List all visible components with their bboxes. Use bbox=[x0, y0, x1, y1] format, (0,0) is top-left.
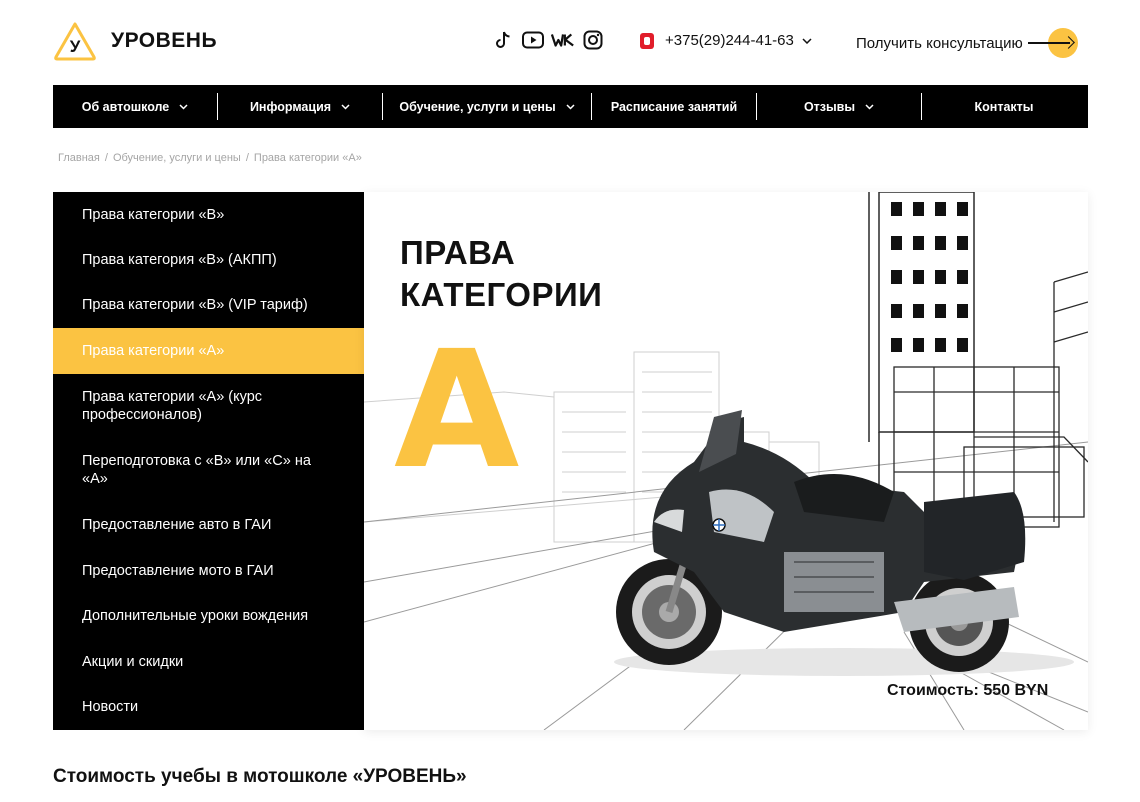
arrow-right-icon bbox=[1027, 28, 1078, 58]
nav-item-about[interactable]: Об автошколе bbox=[53, 85, 217, 128]
phone-selector[interactable]: +375(29)244-41-63 bbox=[640, 32, 812, 49]
sidebar-item-promotions[interactable]: Акции и скидки bbox=[53, 639, 364, 684]
section-title: Стоимость учебы в мотошколе «УРОВЕНЬ» bbox=[53, 766, 467, 787]
sidebar-item-news[interactable]: Новости bbox=[53, 684, 364, 730]
breadcrumb-training[interactable]: Обучение, услуги и цены bbox=[113, 152, 241, 164]
sidebar-item-extra-lessons[interactable]: Дополнительные уроки вождения bbox=[53, 593, 364, 639]
svg-text:У: У bbox=[70, 37, 81, 56]
logo[interactable]: У УРОВЕНЬ bbox=[53, 21, 217, 61]
sidebar-item-moto-rental[interactable]: Предоставление мото в ГАИ bbox=[53, 548, 364, 593]
nav-item-schedule[interactable]: Расписание занятий bbox=[592, 85, 756, 128]
nav-item-reviews[interactable]: Отзывы bbox=[757, 85, 921, 128]
sidebar-item-category-b[interactable]: Права категории «В» bbox=[53, 192, 364, 237]
logo-triangle-icon: У bbox=[54, 22, 96, 61]
hero-banner: ПРАВА КАТЕГОРИИ А Стоимость: 550 BYN bbox=[364, 192, 1088, 730]
main-nav: Об автошколе Информация Обучение, услуги… bbox=[53, 85, 1088, 128]
youtube-icon[interactable] bbox=[521, 29, 545, 51]
breadcrumb-current: Права категории «А» bbox=[253, 152, 362, 164]
chevron-down-icon bbox=[341, 103, 350, 110]
tiktok-icon[interactable] bbox=[491, 29, 515, 51]
consultation-button[interactable]: Получить консультацию bbox=[856, 28, 1078, 58]
sidebar-item-category-b-automatic[interactable]: Права категория «В» (АКПП) bbox=[53, 237, 364, 282]
sidebar-item-category-b-vip[interactable]: Права категории «В» (VIP тариф) bbox=[53, 282, 364, 328]
sidebar-item-car-rental[interactable]: Предоставление авто в ГАИ bbox=[53, 502, 364, 548]
mts-operator-icon bbox=[640, 32, 654, 49]
sidebar-item-category-a[interactable]: Права категории «А» bbox=[53, 328, 364, 374]
sidebar-item-category-a-pro[interactable]: Права категории «А» (курс профессионалов… bbox=[53, 374, 364, 438]
chevron-down-icon bbox=[802, 37, 812, 44]
sidebar-menu: Права категории «В» Права категория «В» … bbox=[53, 192, 364, 730]
nav-item-training[interactable]: Обучение, услуги и цены bbox=[383, 85, 591, 128]
breadcrumb-separator: / bbox=[245, 152, 249, 164]
phone-number: +375(29)244-41-63 bbox=[665, 32, 794, 49]
chevron-down-icon bbox=[179, 103, 188, 110]
consultation-label: Получить консультацию bbox=[856, 34, 1023, 52]
site-header: У УРОВЕНЬ +375(29)244-41-63 Получить кон… bbox=[0, 0, 1140, 84]
sidebar-item-retraining[interactable]: Переподготовка с «В» или «С» на «А» bbox=[53, 438, 364, 502]
hero-price: Стоимость: 550 BYN bbox=[887, 682, 1049, 699]
chevron-down-icon bbox=[566, 103, 575, 110]
nav-item-contacts[interactable]: Контакты bbox=[922, 85, 1086, 128]
instagram-icon[interactable] bbox=[581, 29, 605, 51]
vk-icon[interactable] bbox=[551, 29, 575, 51]
nav-item-info[interactable]: Информация bbox=[218, 85, 382, 128]
breadcrumb: Главная / Обучение, услуги и цены / Прав… bbox=[58, 152, 362, 164]
social-links bbox=[491, 29, 605, 51]
hero-category-letter: А bbox=[394, 317, 520, 505]
hero-title: ПРАВА КАТЕГОРИИ bbox=[400, 234, 603, 313]
brand-name: УРОВЕНЬ bbox=[111, 29, 218, 52]
breadcrumb-home[interactable]: Главная bbox=[58, 152, 100, 164]
breadcrumb-separator: / bbox=[104, 152, 108, 164]
chevron-down-icon bbox=[865, 103, 874, 110]
